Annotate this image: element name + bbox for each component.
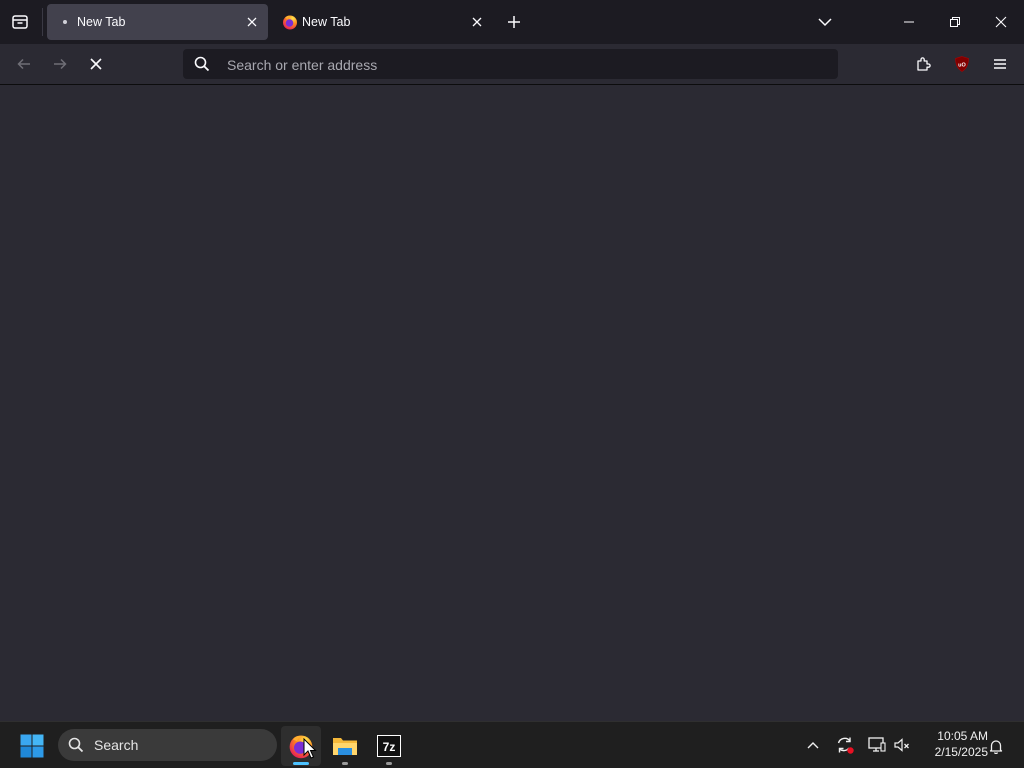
tab-strip-divider bbox=[42, 8, 43, 36]
restore-icon bbox=[950, 17, 960, 27]
close-tab-button[interactable] bbox=[242, 12, 262, 32]
chevron-down-icon bbox=[818, 18, 832, 27]
new-tab-button[interactable] bbox=[500, 8, 528, 36]
folder-icon bbox=[333, 738, 357, 755]
tray-sync-status[interactable] bbox=[832, 732, 858, 758]
close-icon bbox=[247, 17, 257, 27]
taskbar-search-box[interactable]: Search bbox=[58, 729, 277, 761]
close-window-button[interactable] bbox=[978, 0, 1024, 44]
stop-icon bbox=[90, 58, 102, 70]
firefox-view-button[interactable] bbox=[4, 6, 36, 38]
network-icon bbox=[868, 737, 886, 752]
taskbar-app-7zip[interactable]: 7z bbox=[369, 726, 409, 766]
clock-date: 2/15/2025 bbox=[934, 745, 988, 759]
windows-taskbar: Search 7z 10:05 AM 2/15/2025 bbox=[0, 721, 1024, 768]
sync-alert-icon bbox=[837, 737, 854, 754]
page-content-area[interactable] bbox=[0, 85, 1024, 721]
tab-new-tab-1[interactable]: New Tab bbox=[47, 4, 268, 40]
list-all-tabs-button[interactable] bbox=[811, 8, 839, 36]
stop-loading-button[interactable] bbox=[80, 48, 112, 80]
tray-network-status[interactable] bbox=[864, 732, 890, 758]
plus-icon bbox=[508, 16, 520, 28]
close-icon bbox=[472, 17, 482, 27]
address-bar[interactable] bbox=[183, 49, 838, 81]
minimize-icon bbox=[904, 21, 914, 23]
address-input[interactable] bbox=[225, 49, 819, 81]
svg-text:uO: uO bbox=[958, 62, 966, 68]
windows-logo-icon bbox=[20, 734, 44, 758]
7zip-icon: 7z bbox=[377, 735, 401, 757]
tab-new-tab-2[interactable]: New Tab bbox=[272, 4, 493, 40]
loading-dot-icon bbox=[57, 14, 73, 30]
speaker-muted-icon bbox=[894, 738, 909, 752]
taskbar-app-file-explorer[interactable] bbox=[325, 726, 365, 766]
tab-title: New Tab bbox=[77, 15, 126, 29]
active-app-indicator bbox=[293, 762, 309, 765]
running-app-indicator bbox=[386, 762, 392, 765]
minimize-button[interactable] bbox=[886, 0, 932, 44]
puzzle-icon bbox=[917, 57, 931, 71]
hamburger-menu-icon bbox=[994, 59, 1006, 69]
search-icon bbox=[194, 56, 210, 72]
svg-text:7z: 7z bbox=[383, 740, 396, 754]
tab-title: New Tab bbox=[302, 15, 351, 29]
system-clock[interactable]: 10:05 AM 2/15/2025 bbox=[916, 728, 988, 760]
running-app-indicator bbox=[342, 762, 348, 765]
search-icon bbox=[68, 737, 84, 753]
clock-time: 10:05 AM bbox=[937, 729, 988, 743]
close-icon bbox=[995, 16, 1007, 28]
firefox-icon bbox=[282, 14, 298, 30]
firefox-view-icon bbox=[12, 15, 28, 29]
restore-button[interactable] bbox=[932, 0, 978, 44]
arrow-left-icon bbox=[17, 58, 30, 70]
ublock-origin-button[interactable]: uO bbox=[946, 48, 978, 80]
tray-volume-muted[interactable] bbox=[889, 732, 915, 758]
extensions-button[interactable] bbox=[908, 48, 940, 80]
notification-center-button[interactable] bbox=[984, 734, 1008, 758]
navigation-toolbar: uO bbox=[0, 44, 1024, 85]
ublock-shield-icon: uO bbox=[955, 56, 969, 72]
taskbar-search-label: Search bbox=[94, 737, 139, 753]
bell-icon bbox=[989, 740, 1003, 754]
start-button[interactable] bbox=[12, 726, 52, 766]
chevron-up-icon bbox=[807, 742, 819, 749]
close-tab-button[interactable] bbox=[467, 12, 487, 32]
tab-strip: New Tab New Tab bbox=[0, 0, 1024, 44]
show-hidden-icons-button[interactable] bbox=[800, 732, 826, 758]
back-button[interactable] bbox=[8, 48, 40, 80]
application-menu-button[interactable] bbox=[984, 48, 1016, 80]
arrow-right-icon bbox=[54, 58, 67, 70]
mouse-cursor-icon bbox=[303, 738, 317, 759]
forward-button[interactable] bbox=[44, 48, 76, 80]
